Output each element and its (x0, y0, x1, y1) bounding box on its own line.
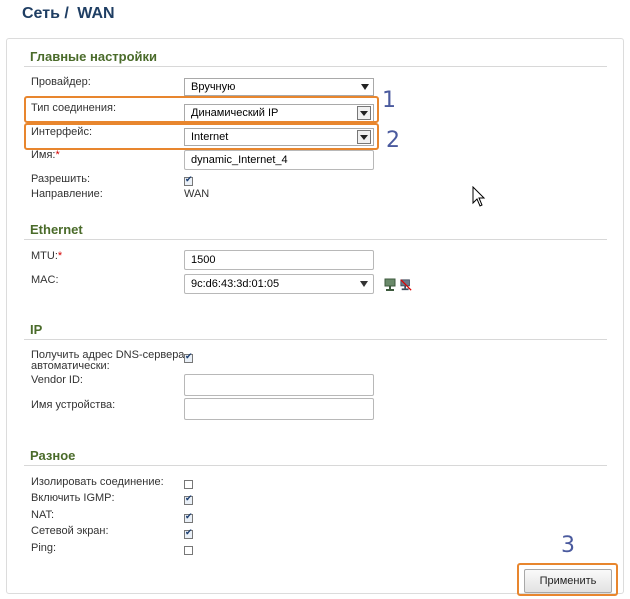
igmp-label: Включить IGMP: (31, 492, 115, 504)
divider (24, 66, 607, 67)
mac-select[interactable]: 9c:d6:43:3d:01:05 (184, 274, 374, 294)
isolate-label: Изолировать соединение: (31, 476, 164, 488)
ethernet-title: Ethernet (30, 222, 83, 237)
mtu-input[interactable]: 1500 (184, 250, 374, 270)
breadcrumb-network[interactable]: Сеть / (22, 5, 69, 22)
annotation-2: 2 (386, 128, 400, 153)
divider (24, 465, 607, 466)
direction-label: Направление: (31, 188, 103, 200)
apply-button[interactable]: Применить (524, 569, 612, 593)
ping-label: Ping: (31, 542, 57, 554)
chevron-down-icon (360, 281, 368, 287)
divider (24, 239, 607, 240)
mac-label: MAC: (31, 274, 59, 286)
mtu-value: 1500 (191, 254, 216, 266)
name-label-text: Имя: (31, 149, 56, 161)
name-value: dynamic_Internet_4 (191, 154, 288, 166)
provider-select[interactable]: Вручную (184, 78, 374, 96)
name-input[interactable]: dynamic_Internet_4 (184, 150, 374, 170)
divider (24, 339, 607, 340)
dns-auto-label-line2: автоматически: (31, 360, 110, 372)
vendor-id-input[interactable] (184, 374, 374, 396)
chevron-down-icon (361, 84, 369, 90)
ping-checkbox[interactable] (184, 546, 193, 555)
device-name-input[interactable] (184, 398, 374, 420)
firewall-checkbox[interactable] (184, 528, 193, 539)
mtu-label-text: MTU: (31, 250, 58, 262)
provider-value: Вручную (191, 81, 236, 93)
device-name-label: Имя устройства: (31, 399, 116, 411)
mac-value: 9c:d6:43:3d:01:05 (191, 278, 280, 290)
isolate-checkbox[interactable] (184, 480, 193, 489)
mtu-label: MTU:* (31, 250, 62, 262)
dns-auto-label: Получить адрес DNS-сервера автоматически… (31, 350, 184, 372)
annotation-3: 3 (561, 533, 575, 558)
annotation-1: 1 (382, 88, 396, 113)
enable-label: Разрешить: (31, 173, 91, 185)
igmp-checkbox[interactable] (184, 494, 193, 505)
page-title: WAN (77, 5, 115, 22)
nat-checkbox[interactable] (184, 512, 193, 523)
firewall-label: Сетевой экран: (31, 525, 109, 537)
highlight-box-2 (24, 123, 379, 150)
provider-label: Провайдер: (31, 76, 91, 88)
nat-label: NAT: (31, 509, 55, 521)
highlight-box-1 (24, 96, 379, 123)
dns-auto-checkbox[interactable] (184, 352, 193, 363)
required-mark: * (57, 250, 63, 262)
restore-mac-icon[interactable] (400, 278, 412, 292)
direction-value: WAN (184, 188, 210, 200)
enable-checkbox[interactable] (184, 175, 193, 186)
name-label: Имя:* (31, 149, 60, 161)
misc-title: Разное (30, 448, 76, 463)
clone-mac-icon[interactable] (384, 278, 396, 292)
breadcrumb: Сеть / WAN (22, 5, 115, 23)
required-mark: * (55, 149, 60, 161)
mouse-cursor-icon (472, 186, 486, 207)
vendor-id-label: Vendor ID: (31, 374, 83, 386)
ip-title: IP (30, 322, 43, 337)
main-settings-title: Главные настройки (30, 49, 158, 64)
